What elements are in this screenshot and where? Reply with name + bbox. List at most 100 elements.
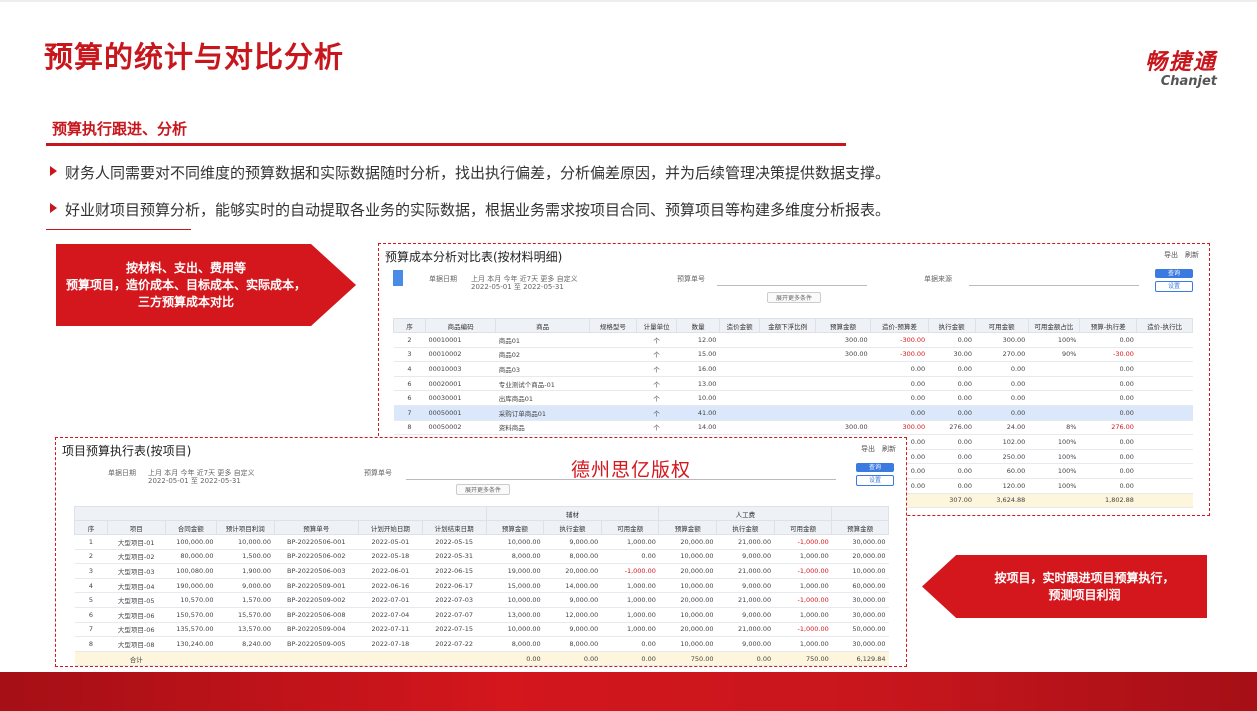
table-cell: 2022-07-07 bbox=[422, 607, 487, 623]
report1-toolbar[interactable]: 导出 刷新 bbox=[1164, 250, 1199, 260]
table-cell: 2022-06-15 bbox=[422, 563, 487, 579]
date-range: 2022-05-01 至 2022-05-31 bbox=[148, 477, 241, 485]
table-cell: 300.00 bbox=[975, 332, 1029, 348]
table-row[interactable]: 2 00010001 商品01 个 12.00 300.00 -300.00 0.00 300.… bbox=[393, 332, 1193, 348]
table-row[interactable]: 7 00050001 采购订单商品01 个 41.00 0.00 0.00 0.00 0.00 bbox=[393, 405, 1193, 421]
table-cell: 0.00 bbox=[928, 434, 976, 450]
table-cell: 135,570.00 bbox=[165, 622, 217, 638]
table-cell: -30.00 bbox=[1079, 347, 1137, 363]
bullet-1-text: 财务人同需要对不同维度的预算数据和实际数据随时分析，找出执行偏差，分析偏差原因，… bbox=[65, 164, 891, 182]
table-cell: 0.00 bbox=[601, 636, 659, 652]
table-cell: 大型项目-03 bbox=[107, 563, 166, 579]
table-cell: 2022-07-18 bbox=[358, 636, 423, 652]
table-cell: 100% bbox=[1028, 463, 1080, 479]
project-budget-report: 项目预算执行表(按项目) 导出 刷新 单据日期 上月 本月 今年 近7天 更多 … bbox=[55, 437, 907, 667]
table-row[interactable]: 1 大型项目-01 100,000.00 10,000.00 BP-20220506-0… bbox=[74, 534, 889, 550]
table-cell: BP-20220506-008 bbox=[274, 607, 359, 623]
table-cell bbox=[1136, 463, 1193, 479]
table-cell: 0.00 bbox=[601, 549, 659, 565]
callout-material-comparison: 按材料、支出、费用等 预算项目，造价成本、目标成本、实际成本， 三方预算成本对比 bbox=[56, 244, 356, 326]
column-header: 可用金额 bbox=[773, 520, 833, 535]
table-cell: 8,000.00 bbox=[543, 636, 602, 652]
table-cell: 30.00 bbox=[928, 347, 976, 363]
subtitle-underline bbox=[46, 143, 846, 146]
table-cell bbox=[759, 347, 816, 363]
table-cell: 90% bbox=[1028, 347, 1080, 363]
sum-cell: 6,129.84 bbox=[831, 651, 889, 666]
table-cell: 2022-07-11 bbox=[358, 622, 423, 638]
table-cell bbox=[719, 405, 760, 421]
table-row[interactable]: 8 大型项目-08 130,240.00 8,240.00 BP-20220509-00… bbox=[74, 636, 889, 652]
table-cell: 10,000.00 bbox=[216, 534, 275, 550]
column-header: 序 bbox=[393, 318, 426, 333]
table-cell: 0.00 bbox=[1079, 332, 1137, 348]
table-cell: 102.00 bbox=[975, 434, 1029, 450]
report2-toolbar[interactable]: 导出 刷新 bbox=[861, 444, 896, 454]
table-cell: 10.00 bbox=[676, 390, 720, 406]
table-cell: 2022-05-01 bbox=[358, 534, 423, 550]
table-cell bbox=[759, 376, 816, 392]
table-row[interactable]: 3 大型项目-03 100,080.00 1,900.00 BP-20220506-00… bbox=[74, 563, 889, 579]
table-row[interactable]: 6 大型项目-06 150,570.00 15,570.00 BP-20220506-0… bbox=[74, 607, 889, 623]
table-row[interactable]: 3 00010002 商品02 个 15.00 300.00 -300.00 30.00 270… bbox=[393, 347, 1193, 363]
expand-conditions-button[interactable]: 展开更多条件 bbox=[767, 292, 822, 303]
group-header-cell bbox=[74, 506, 487, 521]
date-filter-label: 单据日期 bbox=[429, 275, 457, 283]
sidebar-toggle-button[interactable] bbox=[393, 270, 403, 286]
table-cell: 10,000.00 bbox=[658, 578, 717, 594]
table-cell: 个 bbox=[636, 420, 677, 436]
table-row[interactable]: 8 00050002 资料商品个 14.00 300.00 300.00 276.00 24.… bbox=[393, 420, 1193, 436]
table-cell bbox=[1136, 420, 1193, 436]
table-cell: 1,000.00 bbox=[774, 578, 832, 594]
table-cell: 20,000.00 bbox=[658, 622, 717, 638]
table-cell: 0.00 bbox=[870, 405, 929, 421]
settings-button[interactable]: 设置 bbox=[1155, 281, 1193, 292]
table-cell bbox=[1136, 434, 1193, 450]
table-cell: BP-20220506-001 bbox=[274, 534, 359, 550]
table-cell: 00020001 bbox=[425, 376, 496, 392]
table-cell: 13.00 bbox=[676, 376, 720, 392]
table-row[interactable]: 4 00010003 商品03 个 16.00 0.00 0.00 0.00 0.00 bbox=[393, 361, 1193, 377]
table-cell: 出库商品01 bbox=[495, 390, 590, 406]
table-cell: 8,000.00 bbox=[486, 636, 544, 652]
source-select[interactable] bbox=[969, 285, 1139, 286]
table-cell: 个 bbox=[636, 376, 677, 392]
budget-no-input[interactable] bbox=[717, 285, 867, 286]
expand-conditions-button[interactable]: 展开更多条件 bbox=[456, 484, 511, 495]
table-row[interactable]: 6 00030001 出库商品01 个 10.00 0.00 0.00 0.00 0.00 bbox=[393, 390, 1193, 406]
table-cell bbox=[719, 376, 760, 392]
search-button[interactable]: 查询 bbox=[1155, 269, 1193, 278]
table-cell bbox=[719, 347, 760, 363]
callout2-line1: 按项目，实时跟进项目预算执行， bbox=[994, 570, 1175, 585]
column-header: 项目 bbox=[106, 520, 166, 535]
table-row[interactable]: 6 00020001 专业测试个商品-01 个 13.00 0.00 0.00 0.00 0.0… bbox=[393, 376, 1193, 392]
column-header: 造价-预算差 bbox=[870, 318, 929, 333]
table-cell bbox=[759, 332, 816, 348]
search-button[interactable]: 查询 bbox=[856, 463, 894, 472]
settings-button[interactable]: 设置 bbox=[856, 475, 894, 486]
budget-no-label: 预算单号 bbox=[677, 275, 705, 283]
table-cell: 0.00 bbox=[1079, 390, 1137, 406]
table-cell: 2022-06-01 bbox=[358, 563, 423, 579]
bullet-2-text: 好业财项目预算分析，能够实时的自动提取各业务的实际数据，根据业务需求按项目合同、… bbox=[65, 201, 891, 219]
table-cell bbox=[815, 376, 871, 392]
table-cell: 0.00 bbox=[1079, 449, 1137, 465]
table-cell: 商品02 bbox=[495, 347, 590, 363]
table-cell: 20,000.00 bbox=[658, 534, 717, 550]
table-row[interactable]: 5 大型项目-05 10,570.00 1,570.00 BP-20220509-002… bbox=[74, 592, 889, 608]
budget-no-label: 预算单号 bbox=[364, 469, 392, 477]
logo-cn: 畅捷通 bbox=[1144, 50, 1217, 75]
table-cell: 1,000.00 bbox=[601, 578, 659, 594]
table-row[interactable]: 4 大型项目-04 190,000.00 9,000.00 BP-20220509-00… bbox=[74, 578, 889, 594]
callout-project-tracking: 按项目，实时跟进项目预算执行， 预测项目利润 bbox=[922, 555, 1207, 618]
table-cell: 0.00 bbox=[928, 376, 976, 392]
column-header: 计量单位 bbox=[635, 318, 678, 333]
sum-cell: 3,624.88 bbox=[975, 493, 1029, 509]
table-cell: 13,000.00 bbox=[486, 607, 544, 623]
group-header-cell bbox=[831, 506, 889, 521]
table-row[interactable]: 2 大型项目-02 80,000.00 1,500.00 BP-20220506-002… bbox=[74, 549, 889, 565]
sum-cell: 0.00 bbox=[486, 651, 544, 666]
table-cell: 8 bbox=[74, 636, 108, 652]
table-cell: 00010001 bbox=[425, 332, 496, 348]
table-row[interactable]: 7 大型项目-06 135,570.00 13,570.00 BP-20220509-0… bbox=[74, 622, 889, 638]
